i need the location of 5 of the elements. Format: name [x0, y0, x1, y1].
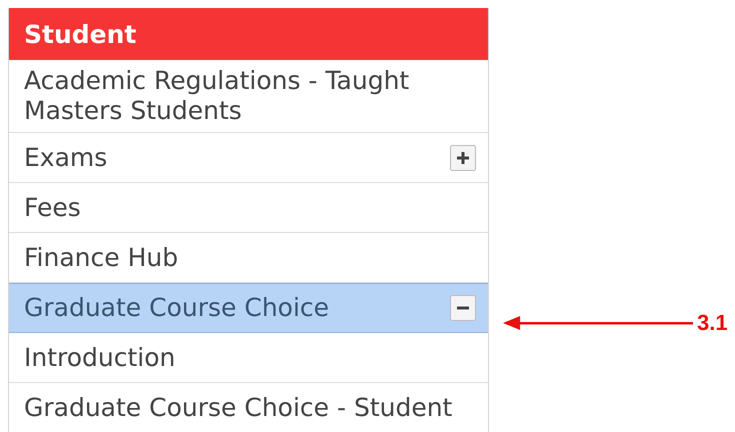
menu-title: Student — [9, 8, 488, 60]
collapse-icon[interactable] — [450, 295, 476, 321]
annotation-label: 3.1 — [697, 310, 728, 336]
expand-icon[interactable] — [450, 144, 476, 170]
menu-item[interactable]: Graduate Course Choice — [9, 283, 488, 333]
